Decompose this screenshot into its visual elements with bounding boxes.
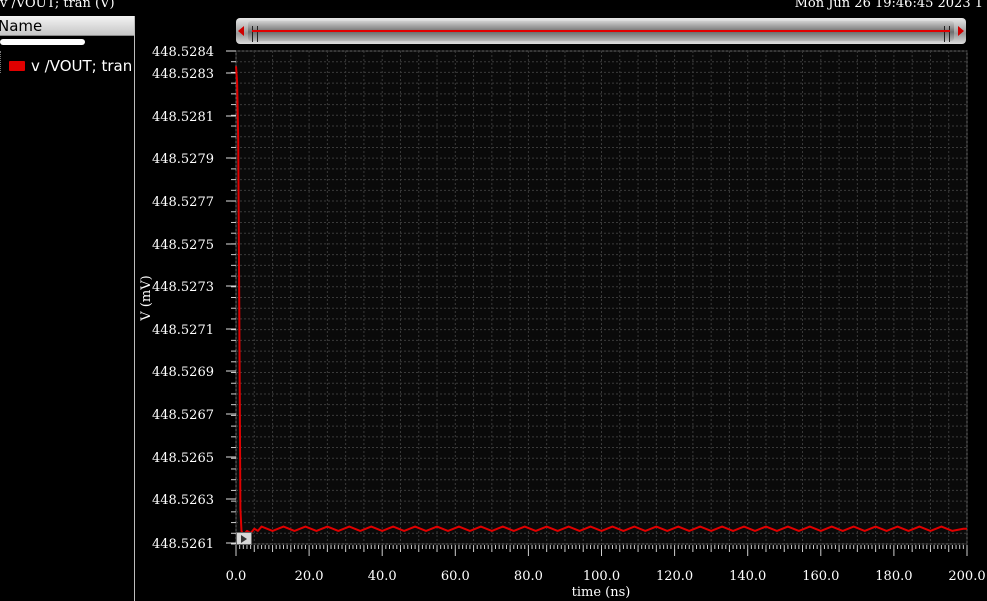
y-tick-label: 448.5283 bbox=[152, 67, 214, 82]
y-tick-label: 448.5277 bbox=[152, 195, 214, 210]
x-tick-label: 160.0 bbox=[802, 569, 839, 584]
y-axis-label: V (mV) bbox=[139, 275, 154, 321]
x-axis-label: time (ns) bbox=[572, 585, 631, 600]
y-tick-label: 448.5263 bbox=[152, 493, 214, 508]
y-tick-label: 448.5279 bbox=[152, 152, 214, 167]
y-tick-label: 448.5267 bbox=[152, 408, 214, 423]
y-tick-label: 448.5281 bbox=[152, 110, 214, 125]
x-tick-label: 180.0 bbox=[875, 569, 912, 584]
y-tick-label: 448.5265 bbox=[152, 451, 214, 466]
y-axis: 448.5284 448.5283 448.5281 448.5279 448.5277… bbox=[152, 45, 236, 552]
y-tick-label: 448.5271 bbox=[152, 323, 214, 338]
plot-area[interactable]: 0.0 20.0 40.0 60.0 80.0 100.0 120.0 140.0 160.0 1… bbox=[0, 0, 987, 601]
x-tick-label: 140.0 bbox=[729, 569, 766, 584]
y-tick-label: 448.5269 bbox=[152, 365, 214, 380]
x-tick-label: 60.0 bbox=[441, 569, 470, 584]
y-tick-label: 448.5261 bbox=[152, 537, 214, 552]
y-tick-label: 448.5284 bbox=[152, 45, 214, 60]
x-tick-label: 120.0 bbox=[656, 569, 693, 584]
x-tick-label: 100.0 bbox=[583, 569, 620, 584]
play-icon[interactable] bbox=[236, 532, 252, 545]
x-tick-label: 200.0 bbox=[948, 569, 985, 584]
y-tick-label: 448.5275 bbox=[152, 238, 214, 253]
x-tick-label: 40.0 bbox=[368, 569, 397, 584]
x-axis: 0.0 20.0 40.0 60.0 80.0 100.0 120.0 140.0 160.0 1… bbox=[226, 545, 986, 584]
x-tick-label: 0.0 bbox=[226, 569, 247, 584]
y-tick-label: 448.5273 bbox=[152, 280, 214, 295]
x-tick-label: 20.0 bbox=[295, 569, 324, 584]
x-tick-label: 80.0 bbox=[514, 569, 543, 584]
